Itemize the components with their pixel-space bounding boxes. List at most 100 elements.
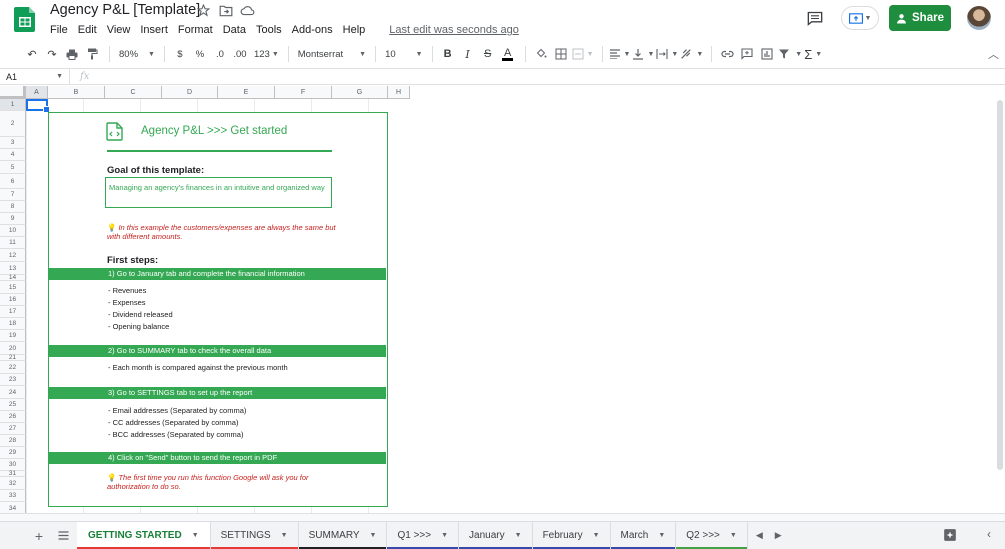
row-header[interactable]: 25 [0,399,26,411]
avatar[interactable] [967,6,991,30]
row-header[interactable]: 9 [0,213,26,225]
select-all-corner[interactable] [0,86,26,99]
strikethrough-icon[interactable]: S [479,44,497,64]
move-folder-icon[interactable] [218,3,233,18]
column-header[interactable]: B [48,86,105,99]
row-header[interactable]: 23 [0,374,26,386]
bold-icon[interactable]: B [439,44,457,64]
menu-help[interactable]: Help [338,22,371,38]
decrease-decimal-button[interactable]: .0 [211,44,229,64]
side-panel-toggle-icon[interactable]: ‹ [987,527,991,541]
row-header[interactable]: 7 [0,189,26,201]
scroll-tabs-right-icon[interactable]: ▶ [775,530,782,541]
font-size-select[interactable]: 10 ▼ [382,44,426,64]
row-header[interactable]: 1 [0,99,26,111]
tab-getting-started[interactable]: GETTING STARTED ▼ [77,521,211,549]
vertical-align-icon[interactable]: ▼ [632,44,654,64]
print-icon[interactable] [63,44,81,64]
chevron-down-icon[interactable]: ▼ [515,532,522,539]
row-header[interactable]: 8 [0,201,26,213]
menu-addons[interactable]: Add-ons [287,22,338,38]
tab-march[interactable]: March ▼ [610,521,677,549]
cloud-status-icon[interactable] [240,3,255,18]
collapse-toolbar-icon[interactable]: ︿ [988,46,999,62]
paint-format-icon[interactable] [83,44,101,64]
row-header[interactable]: 26 [0,411,26,423]
column-header[interactable]: D [162,86,218,99]
scroll-tabs-left-icon[interactable]: ◀ [756,530,763,541]
merge-cells-icon[interactable]: ▼ [572,44,594,64]
chevron-down-icon[interactable]: ▼ [658,532,665,539]
menu-insert[interactable]: Insert [135,22,173,38]
functions-icon[interactable]: Σ ▼ [804,44,822,64]
zoom-select[interactable]: 80% ▼ [116,44,158,64]
tab-february[interactable]: February ▼ [532,521,611,549]
row-header[interactable]: 28 [0,435,26,447]
vertical-scrollbar[interactable] [997,100,1003,470]
share-button[interactable]: Share [889,5,951,31]
text-rotation-icon[interactable]: ▼ [680,44,703,64]
row-header[interactable]: 5 [0,161,26,174]
row-header[interactable]: 4 [0,149,26,161]
tab-q1[interactable]: Q1 >>> ▼ [387,521,460,549]
filter-icon[interactable]: ▼ [778,44,802,64]
sheet-grid[interactable]: A B C D E F G H 1 2 3 4 5 6 7 8 9 10 11 12 13 14 15 16 1… [0,86,1005,513]
menu-format[interactable]: Format [173,22,218,38]
borders-icon[interactable] [552,44,570,64]
column-header[interactable]: E [218,86,275,99]
row-header[interactable]: 27 [0,423,26,435]
insert-comment-icon[interactable] [738,44,756,64]
row-header[interactable]: 2 [0,111,26,137]
chevron-down-icon[interactable]: ▼ [281,532,288,539]
row-header[interactable]: 12 [0,249,26,262]
row-header[interactable]: 24 [0,386,26,399]
name-box[interactable]: A1 ▼ [0,69,70,84]
all-sheets-button[interactable] [53,526,73,546]
menu-view[interactable]: View [102,22,136,38]
row-header[interactable]: 15 [0,281,26,294]
column-header[interactable]: G [332,86,388,99]
row-header[interactable]: 6 [0,174,26,189]
menu-tools[interactable]: Tools [251,22,287,38]
currency-format-button[interactable]: $ [171,44,189,64]
row-header[interactable]: 22 [0,361,26,374]
fill-color-icon[interactable] [532,44,550,64]
tab-settings[interactable]: SETTINGS ▼ [210,521,299,549]
horizontal-scrollbar[interactable] [0,513,1005,521]
insert-chart-icon[interactable] [758,44,776,64]
insert-link-icon[interactable] [718,44,736,64]
column-header[interactable]: H [388,86,410,99]
menu-data[interactable]: Data [218,22,251,38]
star-icon[interactable] [196,3,211,18]
percent-format-button[interactable]: % [191,44,209,64]
row-header[interactable]: 3 [0,137,26,149]
tab-q2[interactable]: Q2 >>> ▼ [676,521,748,549]
doc-title[interactable]: Agency P&L [Template] [50,2,200,18]
row-header[interactable]: 34 [0,502,26,513]
present-button[interactable]: ▼ [841,6,879,30]
row-header[interactable]: 16 [0,294,26,306]
comment-history-button[interactable] [803,6,827,30]
text-color-icon[interactable]: A [499,44,517,64]
undo-icon[interactable]: ↶ [23,44,41,64]
row-header[interactable]: 19 [0,330,26,342]
explore-icon[interactable] [943,528,957,542]
column-header[interactable]: A [26,86,48,99]
add-sheet-button[interactable]: + [27,526,51,546]
sheets-logo-icon[interactable] [12,6,38,32]
row-header[interactable]: 10 [0,225,26,237]
formula-input[interactable] [89,69,1005,84]
column-header[interactable]: F [275,86,332,99]
menu-edit[interactable]: Edit [73,22,102,38]
more-formats-select[interactable]: 123 ▼ [251,44,282,64]
text-wrap-icon[interactable]: ▼ [656,44,678,64]
chevron-down-icon[interactable]: ▼ [730,532,737,539]
selected-cell[interactable] [26,99,50,113]
tab-january[interactable]: January ▼ [459,521,533,549]
row-header[interactable]: 33 [0,490,26,502]
row-header[interactable]: 18 [0,318,26,330]
menu-file[interactable]: File [50,22,73,38]
horizontal-align-icon[interactable]: ▼ [609,44,630,64]
tab-summary[interactable]: SUMMARY ▼ [298,521,388,549]
chevron-down-icon[interactable]: ▼ [441,532,448,539]
